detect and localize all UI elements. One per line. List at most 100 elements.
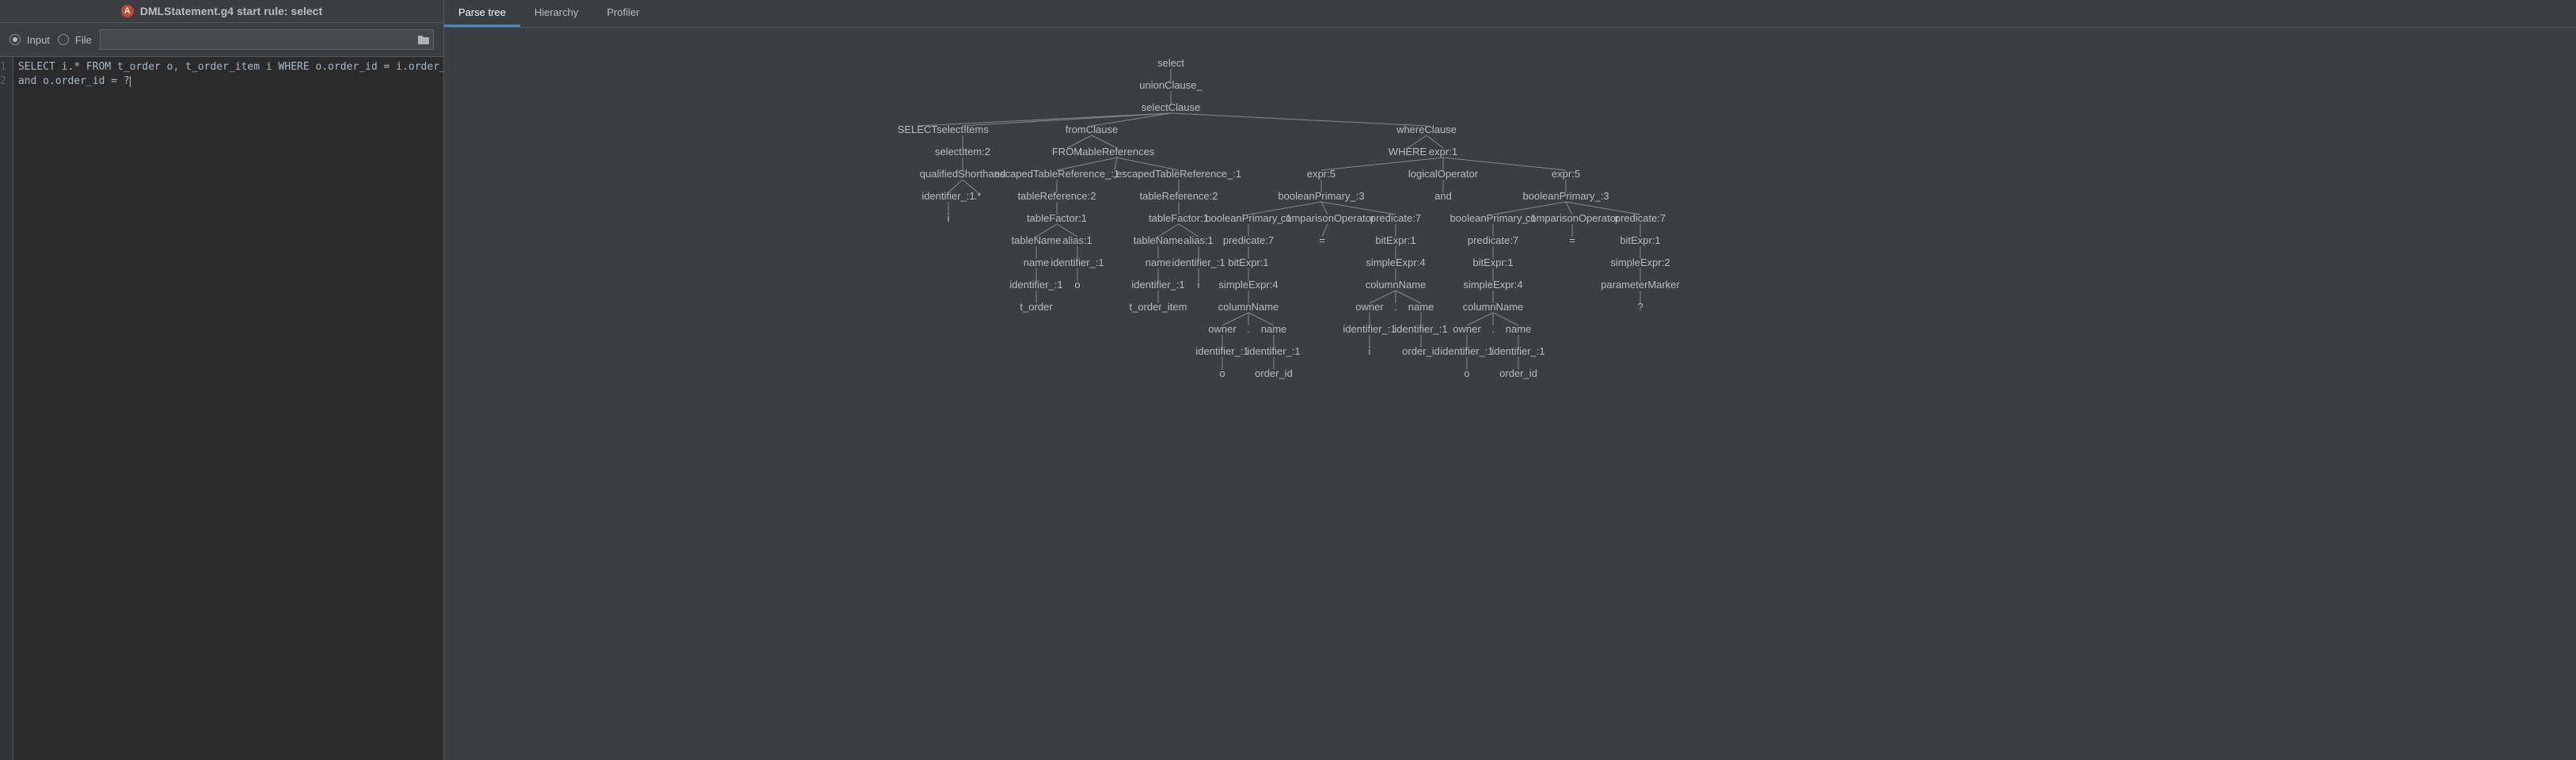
tree-node[interactable]: tableReference:2: [1139, 190, 1218, 202]
tree-node[interactable]: name: [1146, 256, 1172, 268]
tree-node[interactable]: o: [1464, 367, 1469, 379]
code-area[interactable]: SELECT i.* FROM t_order o, t_order_item …: [13, 57, 463, 760]
tree-node[interactable]: =: [1569, 234, 1575, 246]
tree-node[interactable]: identifier_:1: [1343, 323, 1396, 335]
tree-node[interactable]: alias:1: [1062, 234, 1092, 246]
tree-node[interactable]: tableName: [1134, 234, 1184, 246]
tree-node[interactable]: simpleExpr:4: [1218, 279, 1278, 291]
tree-node[interactable]: owner: [1355, 301, 1383, 313]
tree-node[interactable]: logicalOperator: [1408, 168, 1478, 180]
tree-node[interactable]: and: [1434, 190, 1452, 202]
tree-node[interactable]: select: [1157, 57, 1184, 69]
tree-node[interactable]: name: [1024, 256, 1050, 268]
tree-node[interactable]: predicate:7: [1223, 234, 1274, 246]
tree-node[interactable]: expr:1: [1429, 146, 1457, 158]
tree-node[interactable]: o: [1219, 367, 1225, 379]
tree-node[interactable]: tableFactor:1: [1027, 212, 1087, 224]
tree-node[interactable]: simpleExpr:2: [1610, 256, 1670, 268]
tree-node[interactable]: predicate:7: [1468, 234, 1518, 246]
tree-node[interactable]: owner: [1453, 323, 1480, 335]
tree-node[interactable]: columnName: [1218, 301, 1279, 313]
radio-input[interactable]: [9, 34, 21, 45]
tree-node[interactable]: selectItem:2: [935, 146, 990, 158]
tree-node[interactable]: WHERE: [1389, 146, 1427, 158]
tree-node[interactable]: parameterMarker: [1601, 279, 1680, 291]
tree-node[interactable]: simpleExpr:4: [1463, 279, 1522, 291]
tree-node[interactable]: name: [1506, 323, 1532, 335]
tree-node[interactable]: identifier_:1: [921, 190, 975, 202]
tree-node[interactable]: expr:5: [1307, 168, 1335, 180]
folder-icon[interactable]: [417, 34, 430, 45]
tree-node[interactable]: expr:5: [1552, 168, 1580, 180]
tree-node[interactable]: booleanPrimary_:1: [1449, 212, 1536, 224]
tree-node[interactable]: predicate:7: [1370, 212, 1421, 224]
tree-node[interactable]: FROM: [1052, 146, 1082, 158]
tree-node[interactable]: .*: [975, 190, 982, 202]
tree-node[interactable]: tableReferences: [1080, 146, 1155, 158]
tree-node[interactable]: tableReference:2: [1017, 190, 1096, 202]
tab-parse-tree[interactable]: Parse tree: [444, 0, 520, 27]
tree-node[interactable]: bitExpr:1: [1228, 256, 1268, 268]
tree-node[interactable]: i: [948, 212, 950, 224]
tree-node[interactable]: ?: [1637, 301, 1643, 313]
tree-node[interactable]: owner: [1208, 323, 1236, 335]
tree-node[interactable]: tableFactor:1: [1149, 212, 1209, 224]
tree-node[interactable]: simpleExpr:4: [1366, 256, 1425, 268]
radio-file[interactable]: [58, 34, 69, 45]
tree-node[interactable]: name: [1261, 323, 1287, 335]
tree-node[interactable]: fromClause: [1066, 124, 1118, 135]
tree-node[interactable]: i: [1369, 345, 1371, 357]
tree-node[interactable]: selectItems: [937, 124, 989, 135]
gutter: 12: [0, 57, 13, 760]
tree-node[interactable]: booleanPrimary_:3: [1278, 190, 1364, 202]
tree-node[interactable]: whereClause: [1396, 124, 1457, 135]
tree-node[interactable]: i: [1198, 279, 1200, 291]
tree-node[interactable]: order_id: [1402, 345, 1440, 357]
tree-node[interactable]: identifier_:1: [1491, 345, 1544, 357]
tree-node[interactable]: identifier_:1: [1195, 345, 1248, 357]
tree-node[interactable]: comparisonOperator: [1281, 212, 1375, 224]
tree-node[interactable]: order_id: [1255, 367, 1293, 379]
tree-node[interactable]: columnName: [1463, 301, 1524, 313]
editor[interactable]: 12 SELECT i.* FROM t_order o, t_order_it…: [0, 57, 443, 760]
tree-node[interactable]: identifier_:1: [1247, 345, 1300, 357]
tree-node[interactable]: escapedTableReference_:1: [1116, 168, 1241, 180]
tree-node[interactable]: t_order_item: [1130, 301, 1187, 313]
tab-hierarchy[interactable]: Hierarchy: [520, 0, 593, 27]
radio-input-label: Input: [27, 34, 50, 46]
file-path-input[interactable]: [100, 29, 434, 50]
tree-node[interactable]: tableName: [1012, 234, 1062, 246]
tree-node[interactable]: bitExpr:1: [1472, 256, 1513, 268]
tab-profiler[interactable]: Profiler: [593, 0, 654, 27]
tree-node[interactable]: SELECT: [898, 124, 938, 135]
tree-node[interactable]: .: [1394, 301, 1397, 313]
tree-node[interactable]: bitExpr:1: [1375, 234, 1415, 246]
tree-node[interactable]: identifier_:1: [1009, 279, 1062, 291]
tree-node[interactable]: name: [1408, 301, 1434, 313]
tree-node[interactable]: columnName: [1366, 279, 1427, 291]
tree-node[interactable]: t_order: [1020, 301, 1052, 313]
tree-node[interactable]: bitExpr:1: [1620, 234, 1660, 246]
tree-node[interactable]: predicate:7: [1615, 212, 1666, 224]
tree-node[interactable]: qualifiedShorthand: [920, 168, 1005, 180]
tree-node[interactable]: selectClause: [1142, 101, 1200, 113]
tree-node[interactable]: .: [1247, 323, 1250, 335]
tree-node[interactable]: identifier_:1: [1131, 279, 1184, 291]
tree-node[interactable]: comparisonOperator: [1525, 212, 1620, 224]
tree-node[interactable]: booleanPrimary_:3: [1522, 190, 1609, 202]
tree-node[interactable]: alias:1: [1184, 234, 1214, 246]
parse-tree-canvas[interactable]: selectunionClause_selectClauseSELECTsele…: [444, 28, 2576, 760]
tree-node[interactable]: identifier_:1: [1440, 345, 1493, 357]
tree-node[interactable]: identifier_:1: [1394, 323, 1447, 335]
tree-node[interactable]: booleanPrimary_:1: [1205, 212, 1291, 224]
tree-node[interactable]: unionClause_: [1139, 79, 1203, 91]
tree-node[interactable]: escapedTableReference_:1: [994, 168, 1119, 180]
tabs: Parse tree Hierarchy Profiler: [444, 0, 2576, 28]
left-panel: A DMLStatement.g4 start rule: select Inp…: [0, 0, 444, 760]
tree-node[interactable]: order_id: [1499, 367, 1537, 379]
tree-node[interactable]: identifier_:1: [1172, 256, 1225, 268]
tree-node[interactable]: .: [1491, 323, 1495, 335]
tree-node[interactable]: =: [1319, 234, 1325, 246]
tree-node[interactable]: identifier_:1: [1051, 256, 1104, 268]
tree-node[interactable]: o: [1074, 279, 1080, 291]
